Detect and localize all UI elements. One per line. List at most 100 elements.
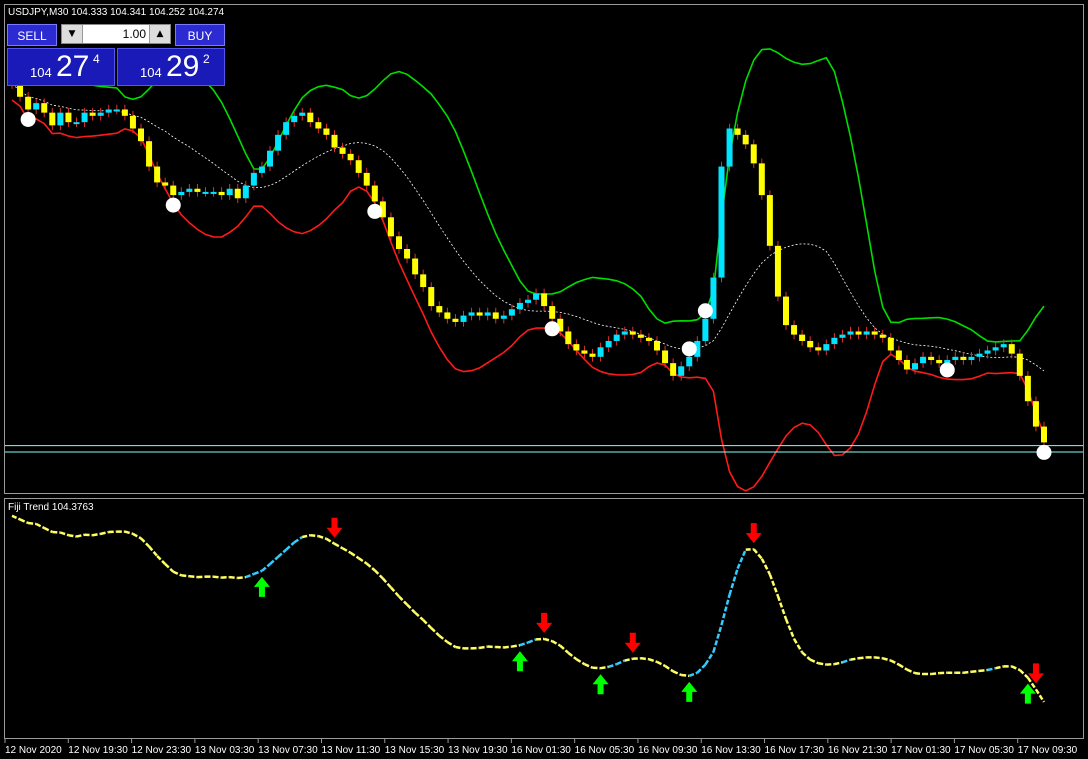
sell-button[interactable]: SELL <box>7 24 57 46</box>
candle-body-26 <box>218 191 225 196</box>
candle-body-21 <box>178 191 185 196</box>
candle-body-112 <box>912 363 918 370</box>
candle-body-2 <box>25 96 32 110</box>
candle-body-32 <box>267 150 273 167</box>
candle-body-86 <box>702 318 709 341</box>
x-tick-label-2: 12 Nov 23:30 <box>132 745 192 756</box>
candle-body-125 <box>1016 353 1023 376</box>
candle-body-121 <box>984 350 991 354</box>
candle-body-24 <box>202 191 209 194</box>
candle-body-99 <box>807 340 814 348</box>
candle-body-33 <box>275 134 282 151</box>
chart-background <box>0 0 1088 759</box>
candle-body-57 <box>468 312 475 316</box>
candle-body-79 <box>645 337 652 341</box>
candle-body-94 <box>766 195 773 246</box>
candle-body-40 <box>331 134 338 148</box>
x-tick-label-6: 13 Nov 15:30 <box>385 745 445 756</box>
candle-body-47 <box>387 217 394 237</box>
candle-body-108 <box>879 334 886 338</box>
candle-body-54 <box>444 312 451 319</box>
candle-body-75 <box>613 334 620 341</box>
x-tick-label-0: 12 Nov 2020 <box>5 745 62 756</box>
candle-body-9 <box>81 112 88 123</box>
candle-body-119 <box>968 356 975 360</box>
candle-body-128 <box>1041 426 1047 443</box>
candle-body-3 <box>33 103 40 110</box>
candle-body-39 <box>323 128 330 135</box>
signal-dot-2 <box>367 203 383 219</box>
signal-dot-3 <box>544 321 560 337</box>
candle-body-105 <box>855 331 862 335</box>
candle-body-91 <box>742 134 749 145</box>
x-tick-label-3: 13 Nov 03:30 <box>195 745 255 756</box>
candle-body-124 <box>1008 344 1015 354</box>
sell-price[interactable]: 104 27 4 <box>7 48 115 86</box>
candle-body-60 <box>492 312 499 319</box>
candle-body-93 <box>758 163 765 196</box>
signal-dot-7 <box>1036 444 1052 460</box>
candle-body-4 <box>41 103 48 113</box>
candle-body-83 <box>678 366 685 376</box>
candle-body-12 <box>105 109 112 113</box>
candle-body-50 <box>412 258 419 275</box>
lot-decrease-icon[interactable]: ▼ <box>62 25 83 43</box>
candle-body-126 <box>1024 375 1031 402</box>
lot-size-input[interactable]: ▼ 1.00 ▲ <box>61 24 171 44</box>
chart-canvas[interactable]: 12 Nov 2020 12 Nov 19:30 12 Nov 23:30 13 No… <box>0 0 1088 759</box>
x-tick-label-1: 12 Nov 19:30 <box>68 745 128 756</box>
candle-body-18 <box>154 166 161 183</box>
candle-body-53 <box>436 306 443 313</box>
candle-body-62 <box>508 309 515 316</box>
buy-price[interactable]: 104 29 2 <box>117 48 225 86</box>
x-tick-label-9: 16 Nov 05:30 <box>575 745 635 756</box>
lot-increase-icon[interactable]: ▲ <box>149 25 170 43</box>
lot-size-value[interactable]: 1.00 <box>123 25 146 43</box>
candle-body-127 <box>1032 401 1039 427</box>
candle-body-89 <box>726 128 733 167</box>
x-tick-label-15: 17 Nov 05:30 <box>954 745 1014 756</box>
candle-body-5 <box>49 112 56 126</box>
candle-body-102 <box>831 337 838 345</box>
candle-body-44 <box>363 172 370 186</box>
candle-body-67 <box>549 306 556 319</box>
candle-body-66 <box>541 293 548 307</box>
candle-body-104 <box>847 331 854 335</box>
candle-body-19 <box>162 182 169 186</box>
candle-body-113 <box>920 356 927 364</box>
candle-body-36 <box>299 112 306 116</box>
indicator-header: Fiji Trend 104.3763 <box>8 502 94 513</box>
candle-body-35 <box>291 115 298 123</box>
candle-body-45 <box>371 185 378 202</box>
candle-body-122 <box>992 347 999 351</box>
candle-body-42 <box>347 153 354 161</box>
candle-body-34 <box>283 122 290 135</box>
candle-body-64 <box>525 299 531 303</box>
candle-body-81 <box>662 350 669 364</box>
candle-body-28 <box>234 188 241 199</box>
candle-body-88 <box>718 166 725 278</box>
candle-body-107 <box>871 331 878 335</box>
x-tick-label-16: 17 Nov 09:30 <box>1018 745 1078 756</box>
x-tick-label-7: 13 Nov 19:30 <box>448 745 508 756</box>
candle-body-51 <box>420 274 427 288</box>
signal-dot-0 <box>20 111 36 127</box>
candle-body-52 <box>428 287 435 307</box>
candle-body-96 <box>783 296 789 326</box>
candle-body-100 <box>815 347 822 351</box>
x-tick-label-13: 16 Nov 21:30 <box>828 745 888 756</box>
candle-body-117 <box>952 356 959 360</box>
candle-body-59 <box>484 312 491 316</box>
candle-body-8 <box>73 122 80 125</box>
signal-dot-6 <box>939 362 955 378</box>
candle-body-71 <box>581 350 588 354</box>
candle-body-123 <box>1000 344 1007 348</box>
sell-price-pips: 27 <box>56 50 90 83</box>
candle-body-11 <box>97 112 104 116</box>
candle-body-48 <box>396 236 402 249</box>
candle-body-90 <box>734 128 741 135</box>
x-tick-label-5: 13 Nov 11:30 <box>321 745 380 756</box>
candle-body-14 <box>121 109 128 116</box>
buy-button[interactable]: BUY <box>175 24 225 46</box>
candle-body-118 <box>960 356 967 360</box>
